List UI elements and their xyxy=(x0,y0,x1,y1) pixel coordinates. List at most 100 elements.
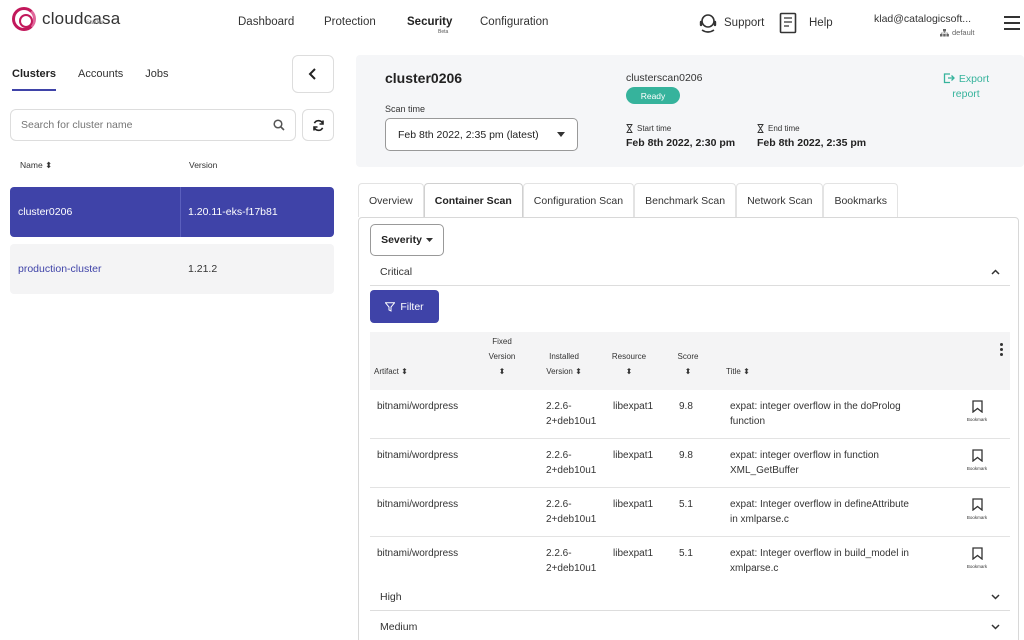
hourglass-icon xyxy=(626,124,633,133)
scan-name: clusterscan0206 xyxy=(626,72,703,84)
user-email[interactable]: klad@catalogicsoft... xyxy=(874,13,971,25)
column-header-version: Version xyxy=(189,160,218,170)
bookmark-button[interactable]: Bookmark xyxy=(964,449,990,471)
bookmark-button[interactable]: Bookmark xyxy=(964,498,990,520)
cluster-version: 1.20.11-eks-f17b81 xyxy=(188,206,278,218)
hamburger-menu-icon[interactable] xyxy=(1004,16,1020,34)
column-header-name[interactable]: Name ⬍ xyxy=(20,160,52,171)
cell-installed-version: 2.2.6- 2+deb10u1 xyxy=(546,499,597,525)
top-navbar: cloudcasa Starter Dashboard Protection S… xyxy=(0,0,1024,48)
group-label: Critical xyxy=(380,265,413,278)
column-header-title[interactable]: Title ⬍ xyxy=(726,364,750,379)
cell-score: 9.8 xyxy=(679,450,693,461)
group-critical-header[interactable]: Critical xyxy=(370,258,1010,286)
hourglass-icon xyxy=(757,124,764,133)
cluster-title: cluster0206 xyxy=(385,70,463,86)
column-header-fixed-version[interactable]: Fixed Version ⬍ xyxy=(476,334,528,379)
cell-artifact: bitnami/wordpress xyxy=(377,548,459,559)
start-time-value: Feb 8th 2022, 2:30 pm xyxy=(626,137,736,149)
cell-artifact: bitnami/wordpress xyxy=(377,450,459,461)
cluster-version: 1.21.2 xyxy=(188,263,218,275)
tab-overview[interactable]: Overview xyxy=(358,183,424,217)
cluster-name: cluster0206 xyxy=(10,187,181,237)
tab-clusters[interactable]: Clusters xyxy=(12,68,57,91)
scan-summary-card: cluster0206 Scan time Feb 8th 2022, 2:35… xyxy=(356,55,1024,167)
table-row: bitnami/wordpress 2.2.6- 2+deb10u1 libexp… xyxy=(370,488,1010,537)
tab-jobs[interactable]: Jobs xyxy=(145,68,168,91)
column-header-installed-version[interactable]: Installed Version ⬍ xyxy=(540,349,588,379)
table-row: bitnami/wordpress 2.2.6- 2+deb10u1 libexp… xyxy=(370,390,1010,439)
search-icon xyxy=(273,119,285,131)
chevron-left-icon xyxy=(308,68,316,80)
tab-network-scan[interactable]: Network Scan xyxy=(736,183,824,217)
cluster-search xyxy=(10,109,296,141)
headset-icon xyxy=(699,14,717,33)
sort-icon: ⬍ xyxy=(498,367,506,376)
tab-configuration-scan[interactable]: Configuration Scan xyxy=(522,183,635,217)
scan-time-label: Scan time xyxy=(385,104,426,114)
cell-score: 5.1 xyxy=(679,548,693,559)
nav-protection[interactable]: Protection xyxy=(324,16,376,28)
bookmark-icon xyxy=(971,547,983,561)
end-time-value: Feb 8th 2022, 2:35 pm xyxy=(757,137,867,149)
bookmark-button[interactable]: Bookmark xyxy=(964,400,990,422)
cell-title: expat: integer overflow in the doProlog f… xyxy=(730,401,901,427)
scan-tabs: Overview Container Scan Configuration Sc… xyxy=(358,183,898,218)
cell-artifact: bitnami/wordpress xyxy=(377,499,459,510)
column-header-resource[interactable]: Resource ⬍ xyxy=(604,349,654,379)
left-tabs: Clusters Accounts Jobs xyxy=(12,68,191,91)
refresh-icon xyxy=(312,119,324,131)
filter-button[interactable]: Filter xyxy=(370,290,439,323)
refresh-button[interactable] xyxy=(302,109,334,141)
tab-bookmarks[interactable]: Bookmarks xyxy=(823,183,898,217)
cell-title: expat: Integer overflow in build_model i… xyxy=(730,548,909,574)
start-time-label: Start time xyxy=(626,124,671,133)
column-header-artifact[interactable]: Artifact ⬍ xyxy=(374,364,408,379)
group-high-header[interactable]: High xyxy=(370,583,1010,611)
tab-benchmark-scan[interactable]: Benchmark Scan xyxy=(634,183,737,217)
tab-accounts[interactable]: Accounts xyxy=(78,68,123,91)
nav-security[interactable]: Security xyxy=(407,16,452,28)
help-link[interactable]: Help xyxy=(779,12,833,34)
nav-configuration[interactable]: Configuration xyxy=(480,16,548,28)
group-label: Medium xyxy=(380,620,418,633)
support-link[interactable]: Support xyxy=(698,12,764,34)
brand-logo[interactable]: cloudcasa xyxy=(12,7,120,31)
bookmark-icon xyxy=(971,400,983,414)
org-icon xyxy=(940,28,949,36)
cluster-search-input[interactable] xyxy=(21,119,261,131)
tab-container-scan[interactable]: Container Scan xyxy=(423,183,523,218)
more-options-icon[interactable] xyxy=(1000,343,1003,358)
cluster-row-cluster0206[interactable]: cluster0206 1.20.11-eks-f17b81 xyxy=(10,187,334,237)
cell-resource: libexpat1 xyxy=(613,499,654,510)
cell-installed-version: 2.2.6- 2+deb10u1 xyxy=(546,401,597,427)
book-icon xyxy=(779,12,797,34)
scan-time-select[interactable]: Feb 8th 2022, 2:35 pm (latest) xyxy=(385,118,578,151)
group-label: High xyxy=(380,590,402,603)
chevron-down-icon xyxy=(991,593,1000,600)
cell-score: 5.1 xyxy=(679,499,693,510)
support-label: Support xyxy=(724,17,765,29)
column-header-score[interactable]: Score ⬍ xyxy=(668,349,708,379)
export-report-button[interactable]: Export report xyxy=(934,72,998,102)
table-row: bitnami/wordpress 2.2.6- 2+deb10u1 libexp… xyxy=(370,439,1010,488)
nav-dashboard[interactable]: Dashboard xyxy=(238,16,294,28)
cloudcasa-logo-icon xyxy=(12,7,36,31)
status-badge: Ready xyxy=(626,87,680,104)
bookmark-icon xyxy=(971,449,983,463)
caret-down-icon xyxy=(557,132,565,137)
export-icon xyxy=(943,73,955,84)
cluster-row-production-cluster[interactable]: production-cluster 1.21.2 xyxy=(10,244,334,294)
funnel-icon xyxy=(385,301,396,312)
group-medium-header[interactable]: Medium xyxy=(370,613,1010,640)
sort-icon: ⬍ xyxy=(401,367,408,376)
vulnerability-table-header: Artifact ⬍ Fixed Version ⬍ Installed Versio… xyxy=(370,332,1010,390)
help-label: Help xyxy=(809,17,833,29)
brand-name: cloudcasa xyxy=(42,9,121,28)
collapse-panel-button[interactable] xyxy=(292,55,334,93)
severity-dropdown[interactable]: Severity xyxy=(370,224,444,256)
sort-icon: ⬍ xyxy=(45,160,53,170)
sort-icon: ⬍ xyxy=(625,367,633,376)
bookmark-button[interactable]: Bookmark xyxy=(964,547,990,569)
cell-resource: libexpat1 xyxy=(613,548,654,559)
